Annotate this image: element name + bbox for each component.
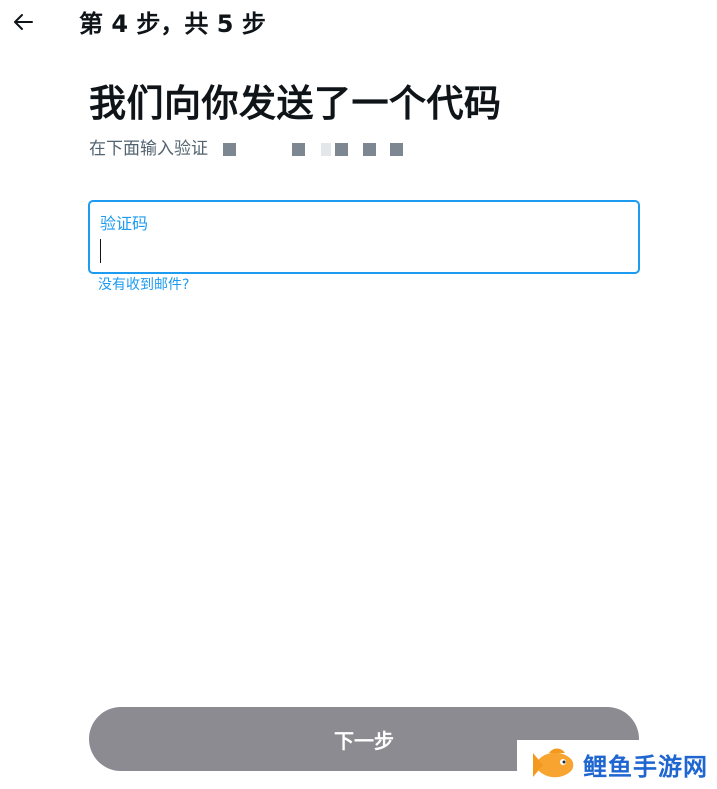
next-button-label: 下一步 <box>334 728 394 753</box>
watermark-text: 鲤鱼手游网 <box>583 753 708 781</box>
back-button[interactable] <box>8 7 38 37</box>
no-email-received-link[interactable]: 没有收到邮件? <box>98 276 189 294</box>
watermark: 鲤鱼手游网 <box>517 740 717 789</box>
page-title: 我们向你发送了一个代码 <box>89 82 502 125</box>
verification-code-input[interactable] <box>100 238 620 264</box>
fish-logo-icon <box>533 748 574 777</box>
arrow-left-icon <box>14 14 33 30</box>
step-indicator: 第 4 步，共 5 步 <box>79 10 266 38</box>
subtitle-row: 在下面输入验证 <box>89 137 208 161</box>
redaction-mark <box>292 143 305 156</box>
redaction-mark <box>363 143 376 156</box>
redaction-mark <box>223 143 236 156</box>
redaction-mark <box>321 143 331 156</box>
text-caret <box>100 239 101 263</box>
redaction-mark <box>390 143 403 156</box>
subtitle: 在下面输入验证 <box>89 139 208 159</box>
redaction-mark <box>335 143 348 156</box>
verification-code-field[interactable]: 验证码 <box>88 200 640 274</box>
verification-code-label: 验证码 <box>100 214 149 233</box>
